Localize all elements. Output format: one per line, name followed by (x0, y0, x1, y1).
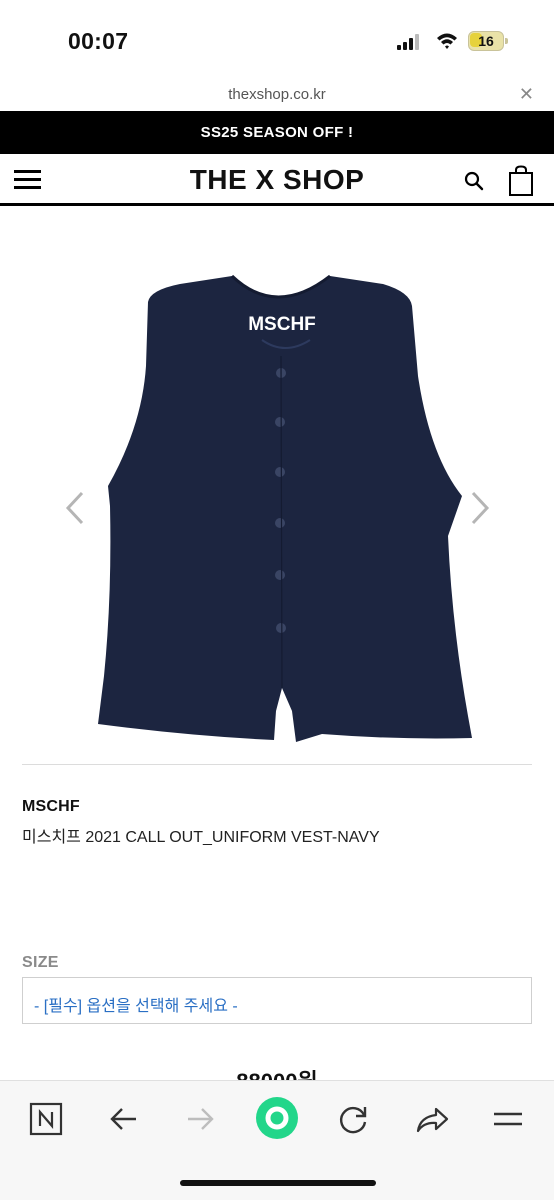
reload-icon[interactable] (332, 1097, 376, 1141)
divider (22, 764, 532, 765)
wifi-icon (437, 33, 457, 49)
status-bar: 00:07 16 (0, 0, 554, 80)
vest-image: MSCHF (98, 274, 472, 742)
brand-name[interactable]: MSCHF (22, 798, 80, 816)
menu-lines-icon[interactable] (486, 1097, 530, 1141)
share-icon[interactable] (410, 1097, 454, 1141)
chevron-left-icon[interactable] (60, 485, 90, 531)
n-tab-icon[interactable] (24, 1097, 68, 1141)
bag-icon[interactable] (508, 165, 534, 197)
product-title: 미스치프 2021 CALL OUT_UNIFORM VEST-NAVY (22, 829, 380, 846)
forward-arrow-icon[interactable] (178, 1097, 222, 1141)
size-label: SIZE (22, 954, 59, 971)
browser-url-bar[interactable]: thexshop.co.kr ✕ (0, 80, 554, 110)
size-select[interactable]: - [필수] 옵션을 선택해 주세요 - (22, 977, 532, 1024)
battery-level: 16 (478, 33, 494, 49)
site-header: THE X SHOP (0, 154, 554, 206)
signal-icon (397, 34, 423, 50)
status-time: 00:07 (68, 28, 129, 54)
home-indicator[interactable] (180, 1180, 376, 1186)
close-icon[interactable]: ✕ (519, 84, 534, 105)
back-arrow-icon[interactable] (102, 1097, 146, 1141)
search-icon[interactable] (464, 171, 484, 191)
product-image-logo: MSCHF (248, 314, 316, 335)
product-image[interactable]: MSCHF (0, 206, 554, 762)
green-home-icon[interactable] (254, 1095, 300, 1141)
battery-icon: 16 (468, 31, 508, 51)
promo-banner[interactable]: SS25 SEASON OFF ! (0, 111, 554, 154)
size-select-placeholder: - [필수] 옵션을 선택해 주세요 - (34, 998, 238, 1015)
chevron-right-icon[interactable] (465, 485, 495, 531)
url-text[interactable]: thexshop.co.kr (0, 86, 554, 103)
